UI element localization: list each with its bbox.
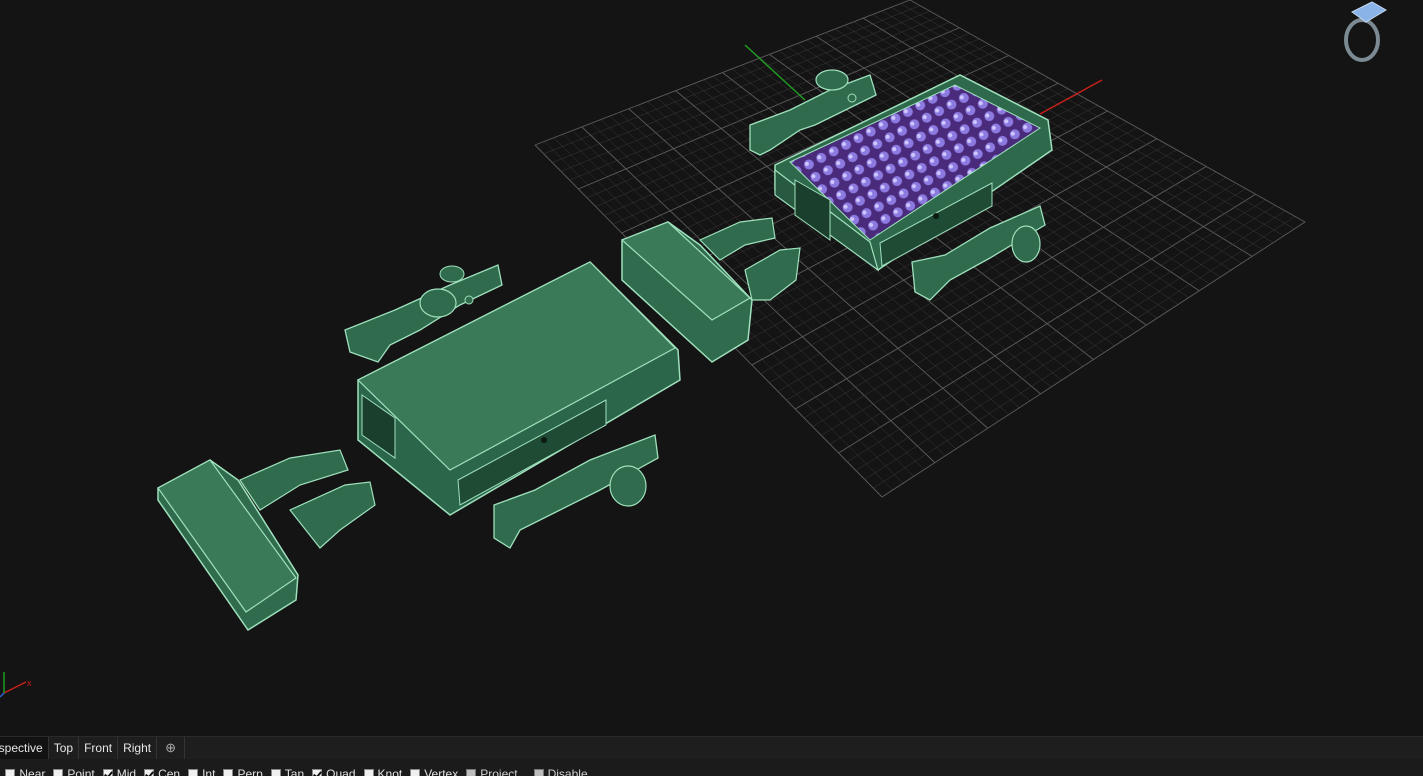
osnap-label: Project	[480, 766, 518, 776]
osnap-tan[interactable]: Tan	[270, 766, 305, 776]
osnap-disable[interactable]: Disable	[533, 766, 588, 776]
end-cap-left[interactable]	[157, 449, 376, 632]
osnap-mid[interactable]: Mid	[102, 766, 137, 776]
osnap-checkbox[interactable]	[466, 768, 477, 776]
osnap-label: Mid	[116, 766, 137, 776]
tab-perspective[interactable]: Perspective	[0, 737, 49, 759]
tab-front[interactable]: Front	[79, 737, 119, 759]
osnap-knot[interactable]: Knot	[363, 766, 403, 776]
osnap-checkbox[interactable]	[312, 768, 323, 776]
osnap-checkbox[interactable]	[102, 768, 113, 776]
osnap-label: Int	[202, 766, 216, 776]
osnap-quad[interactable]: Quad	[312, 766, 356, 776]
osnap-int[interactable]: Int	[188, 767, 215, 776]
viewport-tab-bar: Perspective Top Front Right ⊕	[0, 736, 1423, 759]
osnap-label: Vertex	[424, 766, 459, 776]
osnap-vertex[interactable]: Vertex	[410, 767, 458, 776]
osnap-label: Perp	[237, 766, 263, 776]
osnap-label: Cen	[158, 766, 181, 776]
osnap-label: Tan	[284, 766, 305, 776]
osnap-checkbox[interactable]	[270, 768, 281, 776]
osnap-checkbox[interactable]	[188, 768, 199, 776]
osnap-checkbox[interactable]	[5, 768, 16, 776]
osnap-label: Knot	[377, 766, 403, 776]
osnap-label: Point	[67, 766, 95, 776]
tab-label: Right	[123, 741, 152, 755]
osnap-checkbox[interactable]	[363, 768, 374, 776]
osnap-checkbox[interactable]	[533, 768, 544, 776]
osnap-checkbox[interactable]	[410, 768, 421, 776]
perspective-viewport[interactable]: x	[0, 0, 1423, 736]
osnap-checkbox[interactable]	[144, 768, 155, 776]
axis-label-x: x	[27, 678, 32, 688]
world-axes-icon: x	[0, 672, 32, 698]
tab-right[interactable]: Right	[118, 737, 158, 759]
osnap-project[interactable]: Project	[466, 766, 518, 776]
tab-label: Front	[84, 741, 113, 755]
scene-canvas[interactable]: x	[0, 0, 1423, 736]
ring-render-icon[interactable]	[1344, 1, 1387, 62]
osnap-checkbox[interactable]	[53, 768, 64, 776]
tab-label: Top	[53, 741, 74, 755]
add-viewport-tab-button[interactable]: ⊕	[157, 737, 185, 759]
osnap-cen[interactable]: Cen	[144, 767, 180, 776]
osnap-point[interactable]: Point	[53, 766, 95, 776]
osnap-label: Quad	[326, 766, 356, 776]
osnap-checkbox[interactable]	[223, 768, 234, 776]
osnap-label: Near	[19, 766, 46, 776]
tab-label: Perspective	[0, 741, 43, 755]
osnap-label: Disable	[547, 766, 588, 776]
y-axis-line	[744, 44, 806, 101]
osnap-perp[interactable]: Perp	[223, 766, 263, 776]
osnap-near[interactable]: Near	[5, 767, 45, 776]
tab-top[interactable]: Top	[49, 737, 80, 759]
grid-line	[864, 210, 1286, 480]
x-axis-line	[1039, 79, 1103, 115]
osnap-bar: EndNearPointMidCenIntPerpTanQuadKnotVert…	[0, 759, 1423, 776]
